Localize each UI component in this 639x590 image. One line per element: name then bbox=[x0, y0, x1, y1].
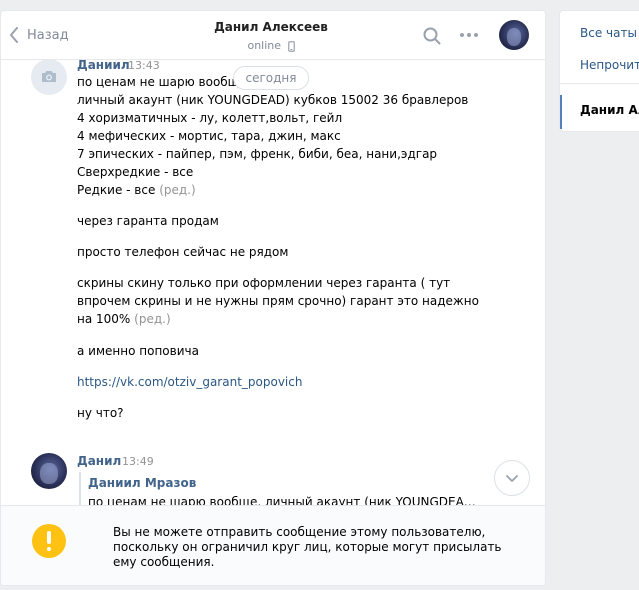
search-icon[interactable] bbox=[423, 27, 441, 45]
online-status: online bbox=[171, 39, 371, 52]
message-line: просто телефон сейчас не рядом bbox=[77, 245, 289, 259]
message-line: по ценам не шарю вообщ bbox=[77, 75, 239, 89]
forward-bar bbox=[79, 472, 81, 505]
message-line: ну что? bbox=[77, 406, 124, 420]
chats-filter-panel: Все чаты Непрочит Данил Але bbox=[559, 10, 639, 132]
message-line: 4 мефических - мортис, тара, джин, макс bbox=[77, 129, 341, 143]
notice-line: Вы не можете отправить сообщение этому п… bbox=[113, 525, 486, 539]
scroll-down-button[interactable] bbox=[494, 460, 530, 496]
message-time[interactable]: 13:43 bbox=[128, 59, 160, 72]
message-time[interactable]: 13:49 bbox=[122, 455, 154, 468]
garant-link[interactable]: https://vk.com/otziv_garant_popovich bbox=[77, 375, 302, 389]
active-indicator bbox=[560, 95, 562, 129]
back-button[interactable]: Назад bbox=[9, 25, 69, 45]
chat-window: Назад Данил Алексеев online Даниил 13:43… bbox=[0, 10, 546, 586]
sender-avatar[interactable] bbox=[31, 59, 67, 95]
edited-mark[interactable]: (ред.) bbox=[159, 183, 195, 197]
filter-unread[interactable]: Непрочит bbox=[580, 58, 639, 72]
more-icon[interactable] bbox=[459, 32, 479, 38]
chevron-down-icon bbox=[506, 475, 518, 482]
status-text: online bbox=[247, 39, 282, 52]
composer-disabled: Вы не можете отправить сообщение этому п… bbox=[1, 505, 545, 585]
date-divider: сегодня bbox=[233, 66, 309, 90]
filter-all-chats[interactable]: Все чаты bbox=[580, 26, 637, 40]
message-text: на 100% bbox=[77, 312, 131, 326]
forwarded-text[interactable]: по ценам не шарю вообще, личный акаунт (… bbox=[88, 495, 476, 505]
message-author[interactable]: Даниил bbox=[77, 59, 130, 72]
message-history[interactable]: Даниил 13:43 сегодня по ценам не шарю во… bbox=[1, 59, 545, 505]
message-text: Редкие - все bbox=[77, 183, 156, 197]
chevron-left-icon bbox=[10, 27, 18, 43]
message-line: скрины скину только при оформлении через… bbox=[77, 276, 451, 290]
sender-avatar[interactable] bbox=[31, 453, 67, 489]
edited-mark[interactable]: (ред.) bbox=[134, 312, 170, 326]
forwarded-author[interactable]: Даниил Мразов bbox=[88, 476, 196, 490]
notice-line: поскольку он ограничил круг лиц, которые… bbox=[113, 540, 502, 554]
message-line: 7 эпических - пайпер, пэм, френк, биби, … bbox=[77, 147, 438, 161]
header-avatar[interactable] bbox=[499, 20, 529, 50]
chat-header: Назад Данил Алексеев online bbox=[1, 11, 545, 60]
message-line: на 100% (ред.) bbox=[77, 312, 171, 326]
back-label: Назад bbox=[27, 27, 69, 43]
message-line: 4 хоризматичных - лу, колетт,вольт, гейл bbox=[77, 111, 343, 125]
camera-icon bbox=[42, 71, 56, 82]
message-line: через гаранта продам bbox=[77, 214, 219, 228]
message-line: Сверхредкие - все bbox=[77, 165, 194, 179]
divider bbox=[560, 83, 639, 84]
phone-icon bbox=[287, 40, 295, 52]
cannot-send-notice: Вы не можете отправить сообщение этому п… bbox=[113, 525, 513, 570]
warning-icon bbox=[32, 524, 66, 558]
message-line: личный акаунт (ник YOUNGDEAD) кубков 150… bbox=[77, 93, 469, 107]
message-line: впрочем скрины и не нужны прям срочно) г… bbox=[77, 294, 479, 308]
message-line: а именно поповича bbox=[77, 344, 199, 358]
current-chat-item[interactable]: Данил Але bbox=[580, 103, 639, 117]
message-author[interactable]: Данил bbox=[77, 454, 121, 468]
message-line: Редкие - все (ред.) bbox=[77, 183, 196, 197]
notice-line: ему сообщения. bbox=[113, 555, 215, 569]
chat-title[interactable]: Данил Алексеев bbox=[171, 20, 371, 34]
